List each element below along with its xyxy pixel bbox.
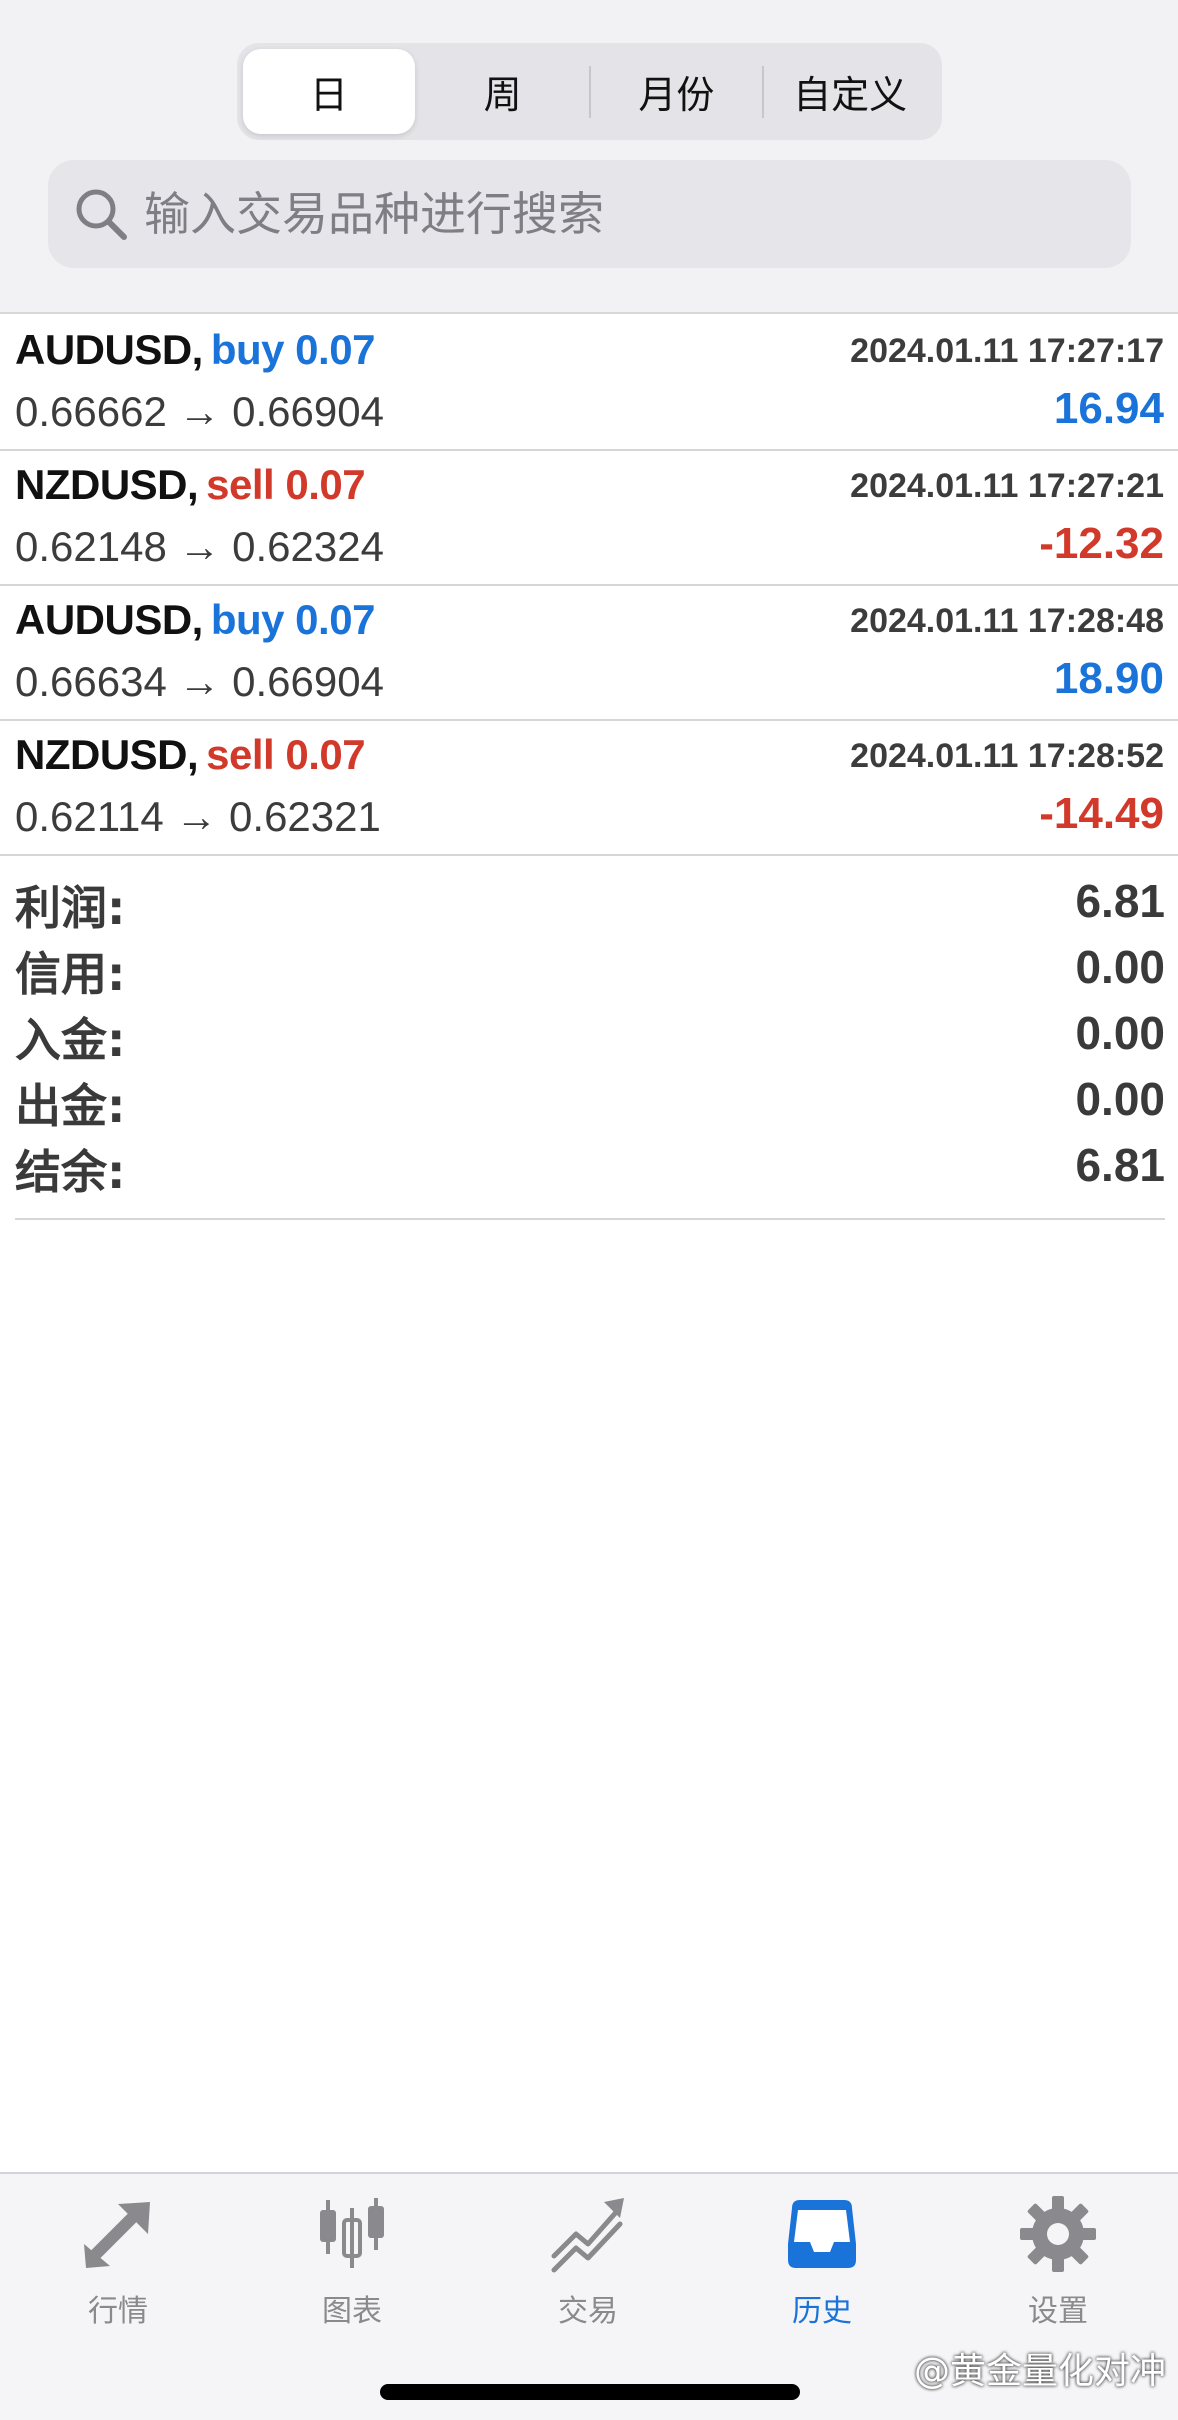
tab-history[interactable]: 历史 [722, 2194, 922, 2344]
summary-row-deposit: 入金: 0.00 [15, 1002, 1165, 1068]
summary-label: 结余: [15, 1145, 126, 1199]
trade-trend-icon [551, 2198, 624, 2273]
history-screen: 日 周 月份 自定义 AUDUSD,buy 0.07 2024.01.11 17… [0, 0, 1178, 2420]
trade-profit: -14.49 [1039, 789, 1164, 838]
tab-custom[interactable]: 自定义 [764, 49, 936, 134]
trade-row[interactable]: AUDUSD, buy 0.07 2024.01.11 17:28:48 0.66… [0, 586, 1178, 721]
history-inbox-icon [788, 2200, 856, 2268]
summary-row-credit: 信用: 0.00 [15, 936, 1165, 1002]
account-summary: 利润: 6.81 信用: 0.00 入金: 0.00 出金: 0.00 结余: … [15, 870, 1165, 1220]
tab-charts[interactable]: 图表 [252, 2194, 452, 2344]
trade-prices: 0.66634 → 0.66904 [15, 658, 384, 705]
trade-side: buy 0.07 [210, 326, 376, 373]
trade-symbol: NZDUSD, [15, 731, 199, 778]
home-indicator [380, 2384, 800, 2400]
tab-settings[interactable]: 设置 [958, 2194, 1158, 2344]
trade-side: sell 0.07 [206, 461, 366, 508]
tab-month[interactable]: 月份 [591, 49, 763, 134]
summary-row-profit: 利润: 6.81 [15, 870, 1165, 936]
trade-profit: 16.94 [1053, 384, 1164, 433]
summary-value: 6.81 [1075, 1139, 1165, 1191]
period-segmented-control: 日 周 月份 自定义 [237, 43, 942, 140]
tab-label: 交易 [558, 2294, 618, 2329]
trade-profit: -12.32 [1039, 519, 1164, 568]
tab-label: 历史 [792, 2294, 852, 2329]
trade-symbol: AUDUSD, [15, 326, 203, 373]
bottom-tab-bar: 行情 图表 交易 历史 设置 @黄金量化对冲 [0, 2172, 1178, 2420]
quotes-arrows-icon [84, 2202, 150, 2268]
search-icon [76, 189, 127, 240]
tab-label: 设置 [1028, 2294, 1088, 2329]
trade-row[interactable]: NZDUSD, sell 0.07 2024.01.11 17:28:52 0.6… [0, 721, 1178, 856]
trade-time: 2024.01.11 17:27:17 [850, 332, 1164, 370]
search-bar[interactable] [48, 160, 1131, 268]
summary-label: 入金: [15, 1013, 126, 1067]
trade-prices: 0.66662 → 0.66904 [15, 388, 384, 435]
tab-label: 行情 [88, 2294, 148, 2329]
trade-row[interactable]: NZDUSD, sell 0.07 2024.01.11 17:27:21 0.6… [0, 451, 1178, 586]
summary-value: 0.00 [1075, 1073, 1165, 1125]
search-input[interactable] [144, 187, 1044, 241]
tab-day[interactable]: 日 [243, 49, 415, 134]
trade-prices: 0.62114 → 0.62321 [15, 793, 381, 840]
settings-gear-icon [1020, 2196, 1096, 2272]
candlestick-chart-icon [320, 2198, 384, 2268]
summary-label: 出金: [15, 1079, 126, 1133]
summary-label: 信用: [15, 947, 126, 1001]
watermark-text: @黄金量化对冲 [913, 2351, 1166, 2392]
summary-label: 利润: [15, 881, 126, 935]
summary-row-balance: 结余: 6.81 [15, 1134, 1165, 1200]
tab-label: 图表 [322, 2294, 382, 2329]
trade-symbol: NZDUSD, [15, 461, 199, 508]
summary-value: 0.00 [1075, 941, 1165, 993]
trade-list: AUDUSD, buy 0.07 2024.01.11 17:27:17 0.66… [0, 316, 1178, 856]
trade-row[interactable]: AUDUSD, buy 0.07 2024.01.11 17:27:17 0.66… [0, 316, 1178, 451]
header: 日 周 月份 自定义 [0, 0, 1178, 314]
trade-side: buy 0.07 [210, 596, 376, 643]
tab-week[interactable]: 周 [417, 49, 589, 134]
tab-quotes[interactable]: 行情 [18, 2194, 218, 2344]
trade-symbol: AUDUSD, [15, 596, 203, 643]
trade-time: 2024.01.11 17:28:48 [850, 602, 1164, 640]
summary-value: 6.81 [1075, 875, 1165, 927]
tab-trade[interactable]: 交易 [488, 2194, 688, 2344]
summary-value: 0.00 [1075, 1007, 1165, 1059]
summary-row-withdrawal: 出金: 0.00 [15, 1068, 1165, 1134]
trade-side: sell 0.07 [206, 731, 366, 778]
trade-profit: 18.90 [1053, 654, 1164, 703]
trade-time: 2024.01.11 17:27:21 [850, 467, 1164, 505]
trade-prices: 0.62148 → 0.62324 [15, 523, 384, 570]
trade-time: 2024.01.11 17:28:52 [850, 737, 1164, 775]
